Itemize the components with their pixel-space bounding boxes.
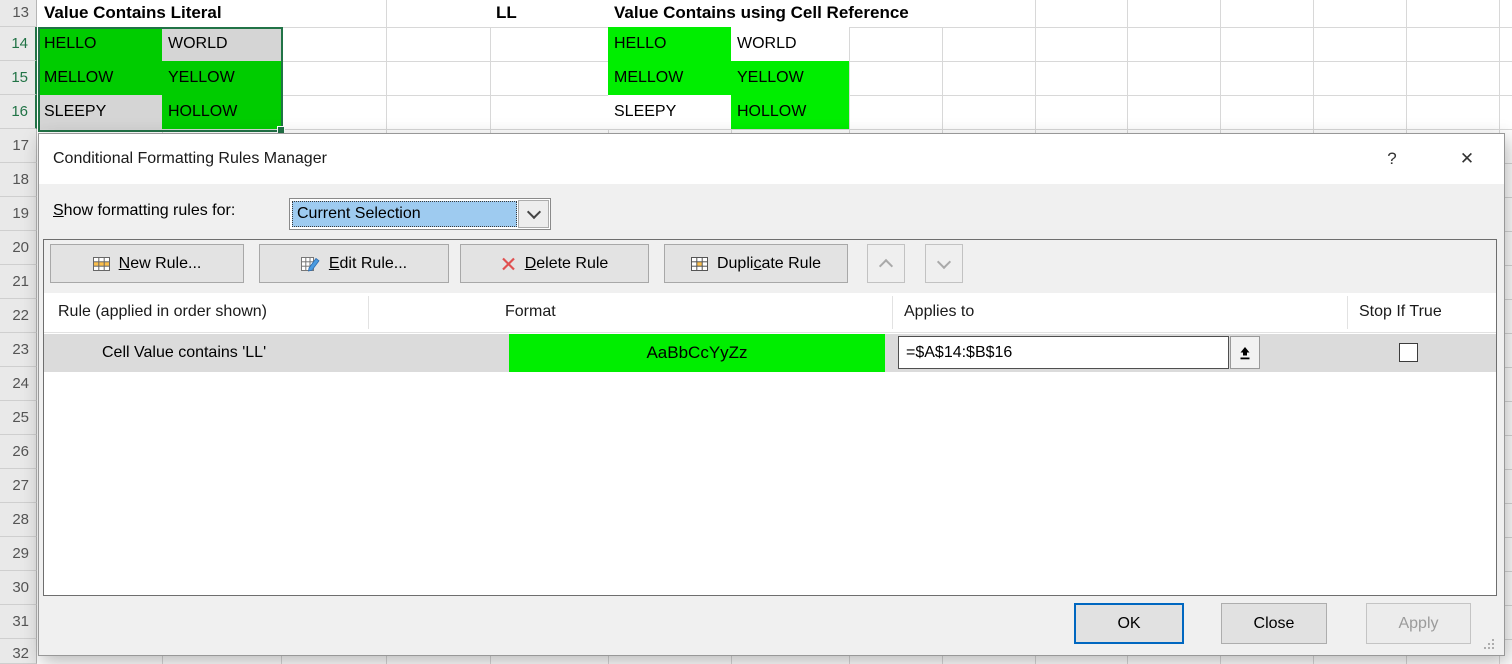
row-header-20[interactable]: 20 (0, 231, 37, 265)
close-icon[interactable]: ✕ (1447, 134, 1487, 184)
col-applies-header: Applies to (904, 293, 974, 331)
cell-b15[interactable]: YELLOW (162, 61, 281, 95)
row-header-21[interactable]: 21 (0, 265, 37, 299)
row-header-26[interactable]: 26 (0, 435, 37, 469)
cell-a16[interactable]: SLEEPY (38, 95, 162, 129)
header-value-contains-literal[interactable]: Value Contains Literal (38, 0, 318, 27)
row-header-14[interactable]: 14 (0, 27, 37, 61)
column-separator (1347, 296, 1348, 329)
row-header-32[interactable]: 32 (0, 639, 37, 664)
rules-list-header: Rule (applied in order shown) Format App… (44, 293, 1496, 333)
show-rules-dropdown[interactable]: Current Selection (289, 198, 551, 230)
cell-b16[interactable]: HOLLOW (162, 95, 281, 129)
show-rules-rest: how formatting rules for: (64, 202, 236, 219)
dialog-title: Conditional Formatting Rules Manager (53, 134, 327, 184)
chevron-up-icon (879, 258, 893, 272)
row-header-15[interactable]: 15 (0, 61, 37, 95)
new-rule-table-icon (93, 256, 110, 272)
header-ll[interactable]: LL (490, 0, 608, 27)
chevron-down-icon (526, 205, 540, 219)
cell-h15[interactable]: YELLOW (731, 61, 849, 95)
cell-g16[interactable]: SLEEPY (608, 95, 731, 129)
cell-g14[interactable]: HELLO (608, 27, 731, 61)
delete-rule-button[interactable]: Delete Rule (460, 244, 649, 283)
row-header-31[interactable]: 31 (0, 605, 37, 639)
row-header-19[interactable]: 19 (0, 197, 37, 231)
show-rules-accel: S (53, 202, 64, 219)
rule-row[interactable]: Cell Value contains 'LL' AaBbCcYyZz (44, 334, 1496, 372)
dialog-titlebar[interactable]: Conditional Formatting Rules Manager ? ✕ (39, 134, 1504, 184)
row-header-22[interactable]: 22 (0, 299, 37, 333)
col-rule-header: Rule (applied in order shown) (58, 293, 267, 331)
help-icon[interactable]: ? (1377, 134, 1407, 184)
duplicate-rule-button[interactable]: Duplicate Rule (664, 244, 848, 283)
column-separator (892, 296, 893, 329)
header-value-contains-cellref[interactable]: Value Contains using Cell Reference (608, 0, 1008, 27)
delete-x-icon (501, 257, 516, 271)
new-rule-button[interactable]: New Rule... (50, 244, 244, 283)
duplicate-rule-label: Duplicate Rule (717, 255, 821, 273)
dropdown-button[interactable] (518, 200, 549, 228)
row-header-16[interactable]: 16 (0, 95, 37, 129)
row-header-28[interactable]: 28 (0, 503, 37, 537)
apply-button[interactable]: Apply (1366, 603, 1471, 644)
row-header-27[interactable]: 27 (0, 469, 37, 503)
cell-a15[interactable]: MELLOW (38, 61, 162, 95)
cell-h14[interactable]: WORLD (731, 27, 849, 61)
row-header-17[interactable]: 17 (0, 129, 37, 163)
rules-box: New Rule... Edit Rule... (43, 239, 1497, 596)
row-header-13[interactable]: 13 (0, 0, 37, 27)
cell-a14[interactable]: HELLO (38, 27, 162, 61)
row-header-23[interactable]: 23 (0, 333, 37, 367)
ok-button[interactable]: OK (1074, 603, 1184, 644)
cf-rules-manager-dialog: Conditional Formatting Rules Manager ? ✕… (38, 133, 1505, 656)
range-select-arrow-icon (1238, 345, 1252, 361)
chevron-down-icon (937, 254, 951, 268)
row-header-25[interactable]: 25 (0, 401, 37, 435)
resize-grip[interactable] (1483, 638, 1495, 650)
dropdown-value[interactable]: Current Selection (292, 201, 517, 227)
close-button[interactable]: Close (1221, 603, 1327, 644)
move-rule-up-button[interactable] (867, 244, 905, 283)
edit-rule-label: Edit Rule... (329, 255, 407, 273)
applies-to-input[interactable] (898, 336, 1229, 369)
row-header-24[interactable]: 24 (0, 367, 37, 401)
edit-rule-button[interactable]: Edit Rule... (259, 244, 449, 283)
collapse-dialog-button[interactable] (1230, 336, 1260, 369)
show-rules-label: Show formatting rules for: (53, 202, 235, 220)
rules-toolbar: New Rule... Edit Rule... (44, 240, 1496, 293)
move-rule-down-button[interactable] (925, 244, 963, 283)
cell-h16[interactable]: HOLLOW (731, 95, 849, 129)
excel-window: Value Contains Literal LL Value Contains… (0, 0, 1512, 664)
edit-rule-pencil-icon (301, 256, 320, 272)
column-separator (368, 296, 369, 329)
new-rule-label: New Rule... (119, 255, 202, 273)
delete-rule-label: Delete Rule (525, 255, 609, 273)
cell-g15[interactable]: MELLOW (608, 61, 731, 95)
col-stop-header: Stop If True (1359, 293, 1442, 331)
duplicate-rule-table-icon (691, 256, 708, 272)
stop-if-true-checkbox[interactable] (1399, 343, 1418, 362)
row-header-29[interactable]: 29 (0, 537, 37, 571)
cell-b14[interactable]: WORLD (162, 27, 281, 61)
rule-name: Cell Value contains 'LL' (102, 334, 266, 372)
row-header-30[interactable]: 30 (0, 571, 37, 605)
row-header-18[interactable]: 18 (0, 163, 37, 197)
col-format-header: Format (505, 293, 556, 331)
format-preview-swatch: AaBbCcYyZz (509, 334, 885, 372)
